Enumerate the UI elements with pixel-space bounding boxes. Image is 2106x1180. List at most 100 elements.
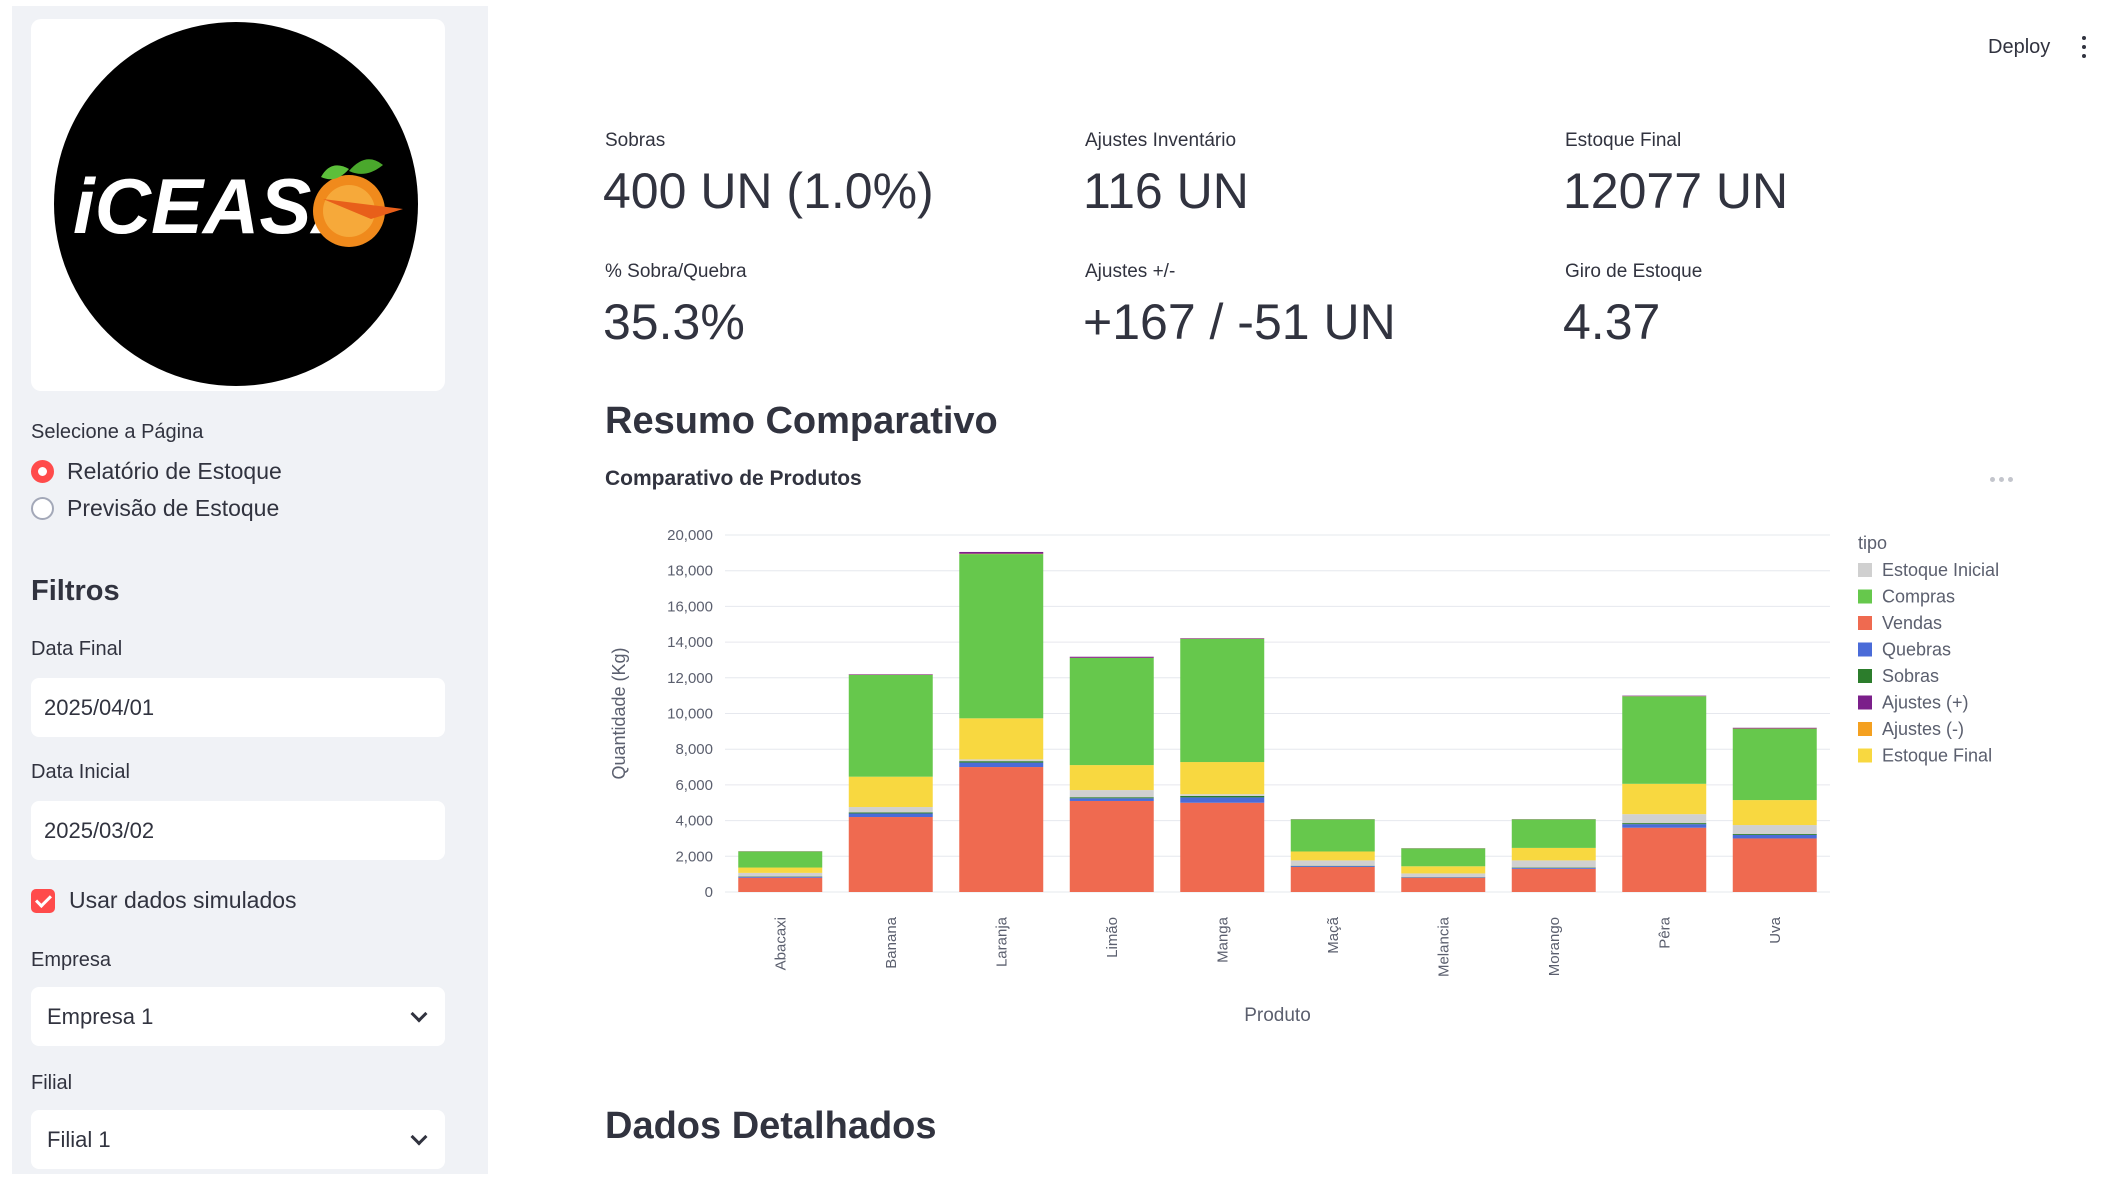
legend-swatch [1858, 563, 1872, 577]
chart-title: Comparativo de Produtos [605, 467, 862, 490]
y-tick-label: 10,000 [667, 706, 713, 723]
data-inicial-input[interactable]: 2025/03/02 [31, 801, 445, 860]
bar-segment-estoque-final [1069, 765, 1154, 791]
y-tick-label: 6,000 [675, 777, 713, 794]
deploy-button[interactable]: Deploy [1988, 36, 2050, 59]
legend-swatch [1858, 695, 1872, 710]
bar-segment-estoque-final [1732, 800, 1817, 826]
bar-segment-compras [1180, 638, 1265, 763]
x-tick-label: Pêra [1656, 916, 1673, 948]
metric-label-giro-estoque: Giro de Estoque [1565, 261, 1703, 282]
data-final-label: Data Final [31, 638, 123, 660]
checkbox-checked-icon [31, 888, 55, 913]
y-tick-label: 4,000 [675, 813, 713, 830]
legend-title: tipo [1858, 533, 1887, 553]
metric-label-estoque-final: Estoque Final [1565, 130, 1682, 151]
radio-relatorio-estoque[interactable]: Relatório de Estoque [31, 458, 282, 485]
metric-value-sobras: 400 UN (1.0%) [603, 163, 934, 219]
bar-segment-compras [1622, 696, 1707, 784]
metric-label-ajustes-inventario: Ajustes Inventário [1085, 130, 1237, 151]
empresa-value: Empresa 1 [47, 1003, 154, 1029]
bar-segment-vendas [738, 877, 823, 892]
empresa-select[interactable]: Empresa 1 [31, 987, 445, 1046]
filial-select[interactable]: Filial 1 [31, 1110, 445, 1169]
bar-segment-quebras [1622, 824, 1707, 828]
radio-unselected-icon [31, 497, 54, 520]
bar-segment-estoque-final [738, 867, 823, 873]
bar-segment-sobras [1180, 795, 1265, 798]
bar-segment-compras [1069, 657, 1154, 766]
bar-segment-ajustes- [1069, 656, 1154, 658]
bar-segment-estoque-inicial [738, 872, 823, 877]
metric-label-sobra-quebra: % Sobra/Quebra [605, 261, 747, 282]
data-final-input[interactable]: 2025/04/01 [31, 678, 445, 737]
empresa-label: Empresa [31, 949, 112, 971]
bar-segment-estoque-inicial [1180, 794, 1265, 796]
bar-segment-estoque-final [1622, 783, 1707, 815]
metric-value-ajustes-inventario: 116 UN [1083, 163, 1249, 219]
filial-label: Filial [31, 1072, 73, 1094]
bar-segment-ajustes- [959, 551, 1044, 554]
bar-segment-compras [848, 674, 933, 777]
radio-previsao-estoque[interactable]: Previsão de Estoque [31, 495, 279, 522]
stacked-bar-chart: 0 2,000 4,000 6,000 8,000 10,000 12,000 14,000 1… [609, 527, 1999, 1026]
legend-label: Compras [1882, 587, 1955, 607]
bar-segment-ajustes- [1732, 727, 1817, 729]
bar-segment-quebras [1732, 834, 1817, 839]
legend-swatch [1858, 722, 1872, 736]
bar-segment-estoque-final [1401, 866, 1486, 874]
bar-segment-compras [1401, 848, 1486, 867]
legend-swatch [1858, 642, 1872, 657]
bar-segment-compras [959, 554, 1044, 719]
simulated-data-checkbox[interactable]: Usar dados simulados [31, 887, 297, 914]
y-tick-label: 8,000 [675, 741, 713, 758]
legend-label: Ajustes (+) [1882, 693, 1969, 713]
bar-segment-vendas [1180, 802, 1265, 892]
bar-segment-quebras [1290, 866, 1375, 868]
main-menu-icon[interactable] [2082, 36, 2086, 63]
resumo-comparativo-heading: Resumo Comparativo [605, 400, 998, 442]
legend-label: Estoque Final [1882, 746, 1992, 766]
bar-segment-estoque-final [959, 718, 1044, 760]
y-tick-label: 14,000 [667, 634, 713, 651]
chart-more-icon[interactable] [1990, 477, 2013, 482]
bar-segment-quebras [848, 813, 933, 818]
x-tick-label: Manga [1214, 916, 1231, 963]
bar-segment-ajustes- [848, 674, 933, 675]
bar-segment-estoque-final [1290, 851, 1375, 861]
iceasa-logo: iCEASA [54, 22, 418, 386]
bar-segment-estoque-inicial [1622, 814, 1707, 824]
bar-segment-estoque-final [1180, 762, 1265, 795]
legend-swatch [1858, 616, 1872, 630]
x-tick-label: Laranja [993, 916, 1010, 967]
radio-label: Relatório de Estoque [67, 458, 282, 484]
legend-swatch [1858, 589, 1872, 604]
bar-segment-estoque-final [848, 776, 933, 808]
x-tick-label: Limão [1104, 917, 1121, 958]
bar-segment-sobras [959, 761, 1044, 763]
y-tick-label: 16,000 [667, 598, 713, 615]
bar-segment-sobras [1622, 823, 1707, 825]
legend-swatch [1858, 748, 1872, 763]
x-axis-label: Produto [1244, 1005, 1311, 1026]
bar-segment-vendas [1290, 867, 1375, 892]
bar-segment-vendas [1622, 827, 1707, 892]
bar-segment-compras [1290, 819, 1375, 852]
x-tick-label: Morango [1546, 917, 1563, 976]
metric-value-giro-estoque: 4.37 [1563, 294, 1661, 350]
bar-segment-quebras [1069, 798, 1154, 801]
x-tick-label: Melancia [1435, 916, 1452, 977]
bar-segment-quebras [959, 762, 1044, 768]
bar-segment-vendas [1069, 800, 1154, 892]
legend-label: Quebras [1882, 640, 1951, 660]
legend-swatch [1858, 669, 1872, 683]
bar-segment-estoque-inicial [1290, 860, 1375, 866]
radio-label: Previsão de Estoque [67, 495, 280, 521]
bar-segment-compras [1511, 819, 1596, 848]
y-tick-label: 18,000 [667, 563, 713, 580]
y-axis-label: Quantidade (Kg) [609, 647, 629, 779]
bar-segment-vendas [1401, 877, 1486, 892]
metric-label-sobras: Sobras [605, 130, 666, 151]
legend-label: Estoque Inicial [1882, 560, 1999, 580]
bar-segment-estoque-final [1511, 847, 1596, 861]
